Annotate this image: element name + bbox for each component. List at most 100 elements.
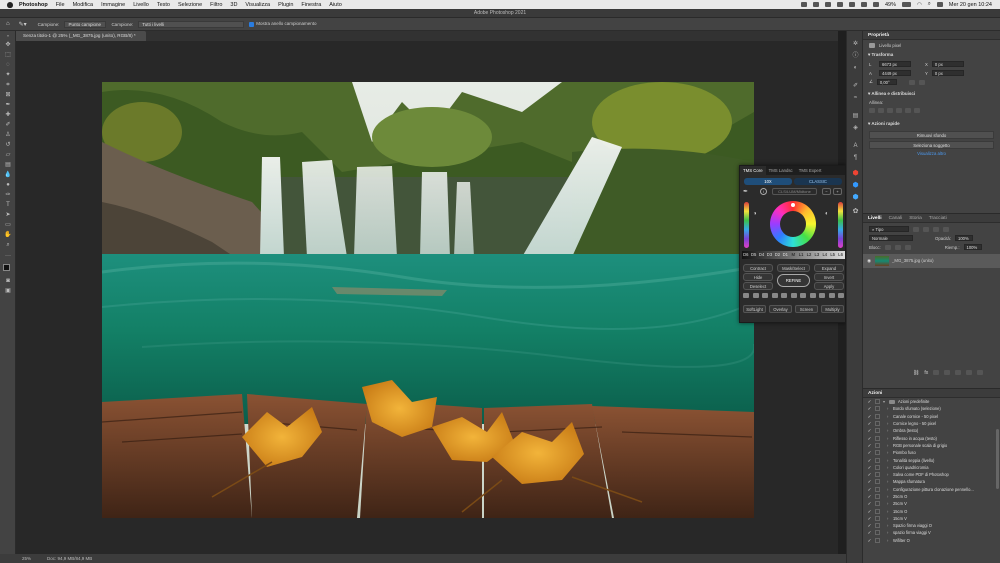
disclosure-icon[interactable]: › [887, 406, 891, 411]
clock[interactable]: Mer 20 gen 10:24 [949, 2, 992, 8]
info-icon[interactable]: ⓘ [852, 53, 859, 59]
action-item[interactable]: ✓ › Bordo sfumato (selezione) [863, 405, 1000, 412]
check-icon[interactable]: ✓ [867, 487, 872, 492]
adjust-icon[interactable]: ◐ [852, 65, 859, 71]
dialog-toggle-icon[interactable] [875, 413, 880, 419]
view-more-link[interactable]: Visualizza altro [869, 151, 994, 156]
zone-d4[interactable]: D4 [758, 251, 766, 258]
align-left-icon[interactable] [869, 108, 875, 113]
action-item[interactable]: ✓ › Colori quadricromia [863, 464, 1000, 471]
action-item[interactable]: ✓ › Piombo fuso [863, 449, 1000, 456]
tool-icon[interactable] [752, 293, 759, 298]
transform-title[interactable]: Trasforma [872, 52, 894, 57]
menu-app-name[interactable]: Photoshop [19, 2, 48, 8]
minus-button[interactable]: − [822, 188, 831, 195]
check-icon[interactable]: ✓ [867, 509, 872, 514]
info-icon[interactable]: i [760, 188, 767, 195]
zoom-level[interactable]: 25% [22, 554, 31, 563]
menu-3d[interactable]: 3D [230, 2, 237, 8]
zone-l1[interactable]: L1 [797, 251, 805, 258]
wifi-icon[interactable]: ◠ [917, 2, 922, 8]
bluetooth-icon[interactable] [872, 2, 879, 7]
lasso-tool-icon[interactable]: ◌ [4, 62, 12, 68]
menu-plugin[interactable]: Plugin [278, 2, 293, 8]
disclosure-icon[interactable]: › [887, 472, 891, 477]
zone-d5[interactable]: D5 [750, 251, 758, 258]
dialog-toggle-icon[interactable] [875, 435, 880, 441]
layer-name[interactable]: _MG_3875.jpg (unito) [892, 258, 934, 263]
tool-icon[interactable] [762, 293, 768, 298]
tray-icon[interactable] [860, 2, 867, 7]
flip-h-icon[interactable] [908, 79, 915, 85]
tool-icon[interactable] [819, 293, 825, 298]
blend-mode-select[interactable]: Normale [869, 235, 913, 241]
menu-aiuto[interactable]: Aiuto [329, 2, 342, 8]
tool-icon[interactable] [781, 293, 787, 298]
width-field[interactable]: 6673 px [879, 61, 911, 67]
select-subject-button[interactable]: Seleziona soggetto [869, 140, 994, 149]
disclosure-icon[interactable]: › [887, 516, 891, 521]
menu-modifica[interactable]: Modifica [73, 2, 93, 8]
disclosure-icon[interactable]: › [887, 530, 891, 535]
action-item[interactable]: ✓ › Spazio firma viaggi O [863, 522, 1000, 529]
marquee-tool-icon[interactable]: ⬚ [4, 52, 12, 58]
eye-icon[interactable]: ◉ [866, 258, 872, 264]
adjustment-icon[interactable] [944, 370, 951, 375]
action-item[interactable]: ✓ › RGB personale scala di grigio [863, 442, 1000, 449]
history-icon[interactable]: ▤ [852, 113, 859, 119]
fx-icon[interactable]: fx [924, 370, 928, 376]
align-middle-icon[interactable] [905, 108, 911, 113]
tab-tms-core[interactable]: TMS Core [740, 166, 766, 175]
zone-d6[interactable]: D6 [742, 251, 750, 258]
hue-slider-right[interactable] [838, 202, 843, 248]
path-select-icon[interactable]: ➤ [4, 212, 12, 218]
action-item[interactable]: ✓ › spazio firma viaggi V [863, 529, 1000, 536]
home-icon[interactable]: ⌂ [6, 21, 10, 27]
lock-pixels-icon[interactable] [884, 244, 891, 250]
check-icon[interactable]: ✓ [867, 516, 872, 521]
check-icon[interactable]: ✓ [867, 406, 872, 411]
tray-icon[interactable] [824, 2, 831, 7]
menu-livello[interactable]: Livello [133, 2, 149, 8]
dialog-toggle-icon[interactable] [875, 479, 880, 485]
pen-tool-icon[interactable]: ✑ [4, 192, 12, 198]
invert-button[interactable]: Invert [814, 273, 844, 281]
mode-10x-button[interactable]: 10X [744, 178, 792, 185]
tab-storia[interactable]: Storia [909, 214, 922, 222]
filter-type-icon[interactable] [933, 226, 939, 232]
softlight-button[interactable]: SoftLight [743, 305, 766, 313]
action-item[interactable]: ✓ › Riflesso in acqua (testo) [863, 434, 1000, 441]
check-icon[interactable]: ✓ [867, 501, 872, 506]
zone-l4[interactable]: L4 [821, 251, 829, 258]
action-item[interactable]: ✓ › Canale cornice - 50 pixel [863, 413, 1000, 420]
expand-button[interactable]: Expand [814, 264, 844, 272]
dialog-toggle-icon[interactable] [875, 406, 880, 412]
zone-l3[interactable]: L3 [813, 251, 821, 258]
disclosure-icon[interactable]: › [887, 421, 891, 426]
eyedropper-icon[interactable]: ✒ [4, 102, 12, 108]
rectangle-tool-icon[interactable]: ▭ [4, 222, 12, 228]
menu-selezione[interactable]: Selezione [178, 2, 202, 8]
deselect-button[interactable]: Deselect [743, 282, 773, 290]
dialog-toggle-icon[interactable] [875, 464, 880, 470]
check-icon[interactable]: ✓ [867, 450, 872, 455]
zone-d3[interactable]: D3 [766, 251, 774, 258]
action-item[interactable]: ✓ › Tonalità seppia (livello) [863, 456, 1000, 463]
disclosure-icon[interactable]: › [887, 465, 891, 470]
disclosure-icon[interactable]: › [887, 436, 891, 441]
check-icon[interactable]: ✓ [867, 530, 872, 535]
mask-select-button[interactable]: Mask/Select [777, 264, 810, 272]
filter-adjust-icon[interactable] [923, 226, 929, 232]
lock-position-icon[interactable] [894, 244, 901, 250]
action-item[interactable]: ✓ › Cornice legno - 50 pixel [863, 420, 1000, 427]
disclosure-icon[interactable]: ▾ [883, 399, 887, 404]
sample-layers-select[interactable]: Tutti i livelli [138, 20, 245, 28]
crop-tool-icon[interactable]: ⌗ [4, 82, 12, 88]
action-item[interactable]: ✓ › 25cm V [863, 500, 1000, 507]
plugin-blue-icon[interactable]: ⬢ [852, 182, 859, 189]
tool-icon[interactable] [838, 293, 844, 298]
history-brush-icon[interactable]: ↺ [4, 142, 12, 148]
dialog-toggle-icon[interactable] [875, 537, 880, 543]
eyedropper-icon[interactable]: ✒ [743, 188, 748, 195]
tray-icon[interactable] [812, 2, 819, 7]
